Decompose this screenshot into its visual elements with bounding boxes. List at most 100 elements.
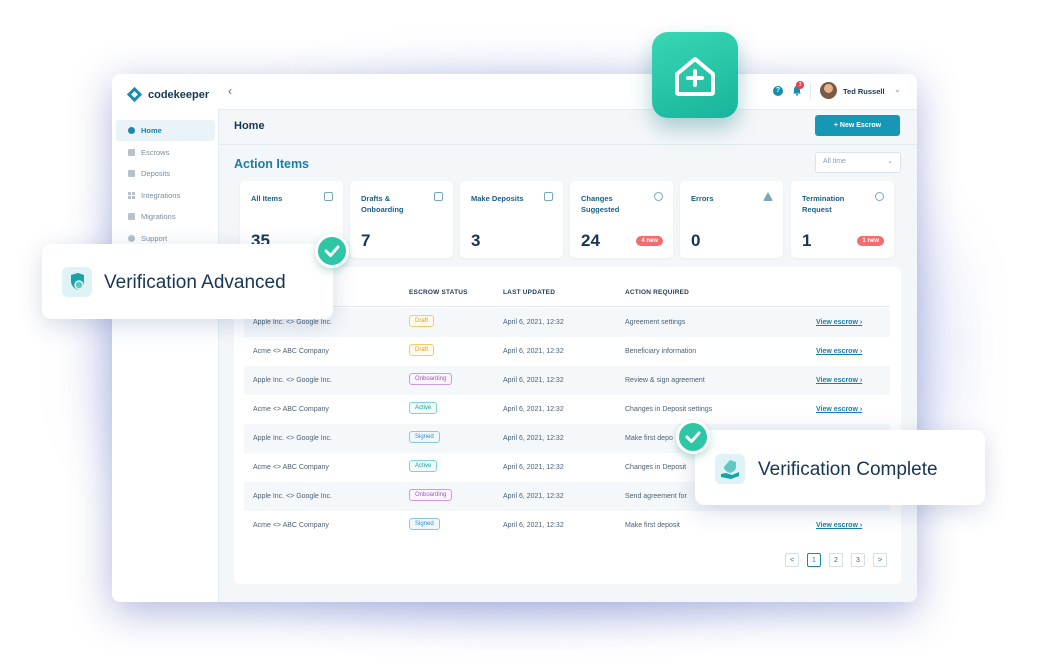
table-row[interactable]: Acme <> ABC Company Active April 6, 2021… bbox=[244, 395, 890, 424]
row-updated: April 6, 2021, 12:32 bbox=[503, 377, 564, 384]
row-parties: Acme <> ABC Company bbox=[253, 406, 329, 413]
page-title: Home bbox=[234, 120, 265, 132]
sidebar-item-label: Escrows bbox=[141, 147, 170, 157]
row-updated: April 6, 2021, 12:32 bbox=[503, 406, 564, 413]
link-label: View escrow bbox=[816, 522, 858, 529]
row-updated: April 6, 2021, 12:32 bbox=[503, 493, 564, 500]
sidebar-item-deposits[interactable]: Deposits bbox=[116, 163, 215, 184]
pagination-next-button[interactable]: > bbox=[873, 553, 887, 567]
view-escrow-link[interactable]: View escrow › bbox=[816, 319, 862, 326]
card-drafts-onboarding[interactable]: Drafts & Onboarding 7 bbox=[350, 181, 453, 258]
row-action: Review & sign agreement bbox=[625, 377, 705, 384]
check-icon bbox=[676, 420, 710, 454]
card-label: All Items bbox=[251, 194, 283, 203]
sidebar-item-label: Home bbox=[141, 126, 162, 135]
section-title: Action Items bbox=[234, 157, 310, 171]
sidebar-item-escrows[interactable]: Escrows bbox=[116, 142, 215, 163]
gear-icon bbox=[654, 192, 663, 201]
row-action: Make first deposit bbox=[625, 522, 680, 529]
sidebar-item-label: Deposits bbox=[141, 169, 171, 179]
link-label: View escrow bbox=[816, 319, 858, 326]
status-badge: Signed bbox=[409, 518, 440, 530]
row-action: Changes in Deposit settings bbox=[625, 406, 713, 413]
link-label: View escrow bbox=[816, 406, 858, 413]
card-label: Drafts & Onboarding bbox=[361, 194, 404, 214]
check-icon bbox=[315, 234, 349, 268]
pagination-prev-button[interactable]: < bbox=[785, 553, 799, 567]
pagination-page-3[interactable]: 3 bbox=[851, 553, 865, 567]
view-escrow-link[interactable]: View escrow › bbox=[816, 348, 862, 355]
row-parties: Acme <> ABC Company bbox=[253, 522, 329, 529]
hand-shield-icon bbox=[715, 454, 745, 484]
escrow-table: ESCROW STATUS LAST UPDATED ACTION REQUIR… bbox=[234, 267, 901, 584]
view-escrow-link[interactable]: View escrow › bbox=[816, 377, 862, 384]
verification-advanced-card: Verification Advanced bbox=[42, 244, 333, 319]
row-updated: April 6, 2021, 12:32 bbox=[503, 522, 564, 529]
user-name[interactable]: Ted Russell bbox=[843, 87, 885, 96]
verification-advanced-text: Verification Advanced bbox=[104, 272, 286, 293]
sidebar-item-label: Migrations bbox=[141, 212, 176, 222]
sidebar-item-home[interactable]: Home bbox=[116, 120, 215, 141]
new-badge: 4 new bbox=[636, 236, 663, 246]
link-label: View escrow bbox=[816, 377, 858, 384]
card-value: 3 bbox=[471, 231, 481, 250]
table-row[interactable]: Apple Inc. <> Google Inc. Onboarding Apr… bbox=[244, 366, 890, 395]
row-parties: Apple Inc. <> Google Inc. bbox=[253, 319, 332, 326]
shield-user-icon bbox=[62, 267, 92, 297]
card-value: 7 bbox=[361, 231, 371, 250]
sidebar-item-label: Support bbox=[141, 233, 168, 243]
row-updated: April 6, 2021, 12:32 bbox=[503, 348, 564, 355]
card-errors[interactable]: Errors 0 bbox=[680, 181, 783, 258]
home-tile bbox=[652, 32, 738, 118]
chevron-down-icon[interactable]: ⌄ bbox=[894, 85, 901, 94]
card-value: 1 bbox=[802, 231, 812, 250]
divider bbox=[810, 83, 811, 99]
row-parties: Apple Inc. <> Google Inc. bbox=[253, 493, 332, 500]
divider bbox=[218, 144, 917, 145]
help-icon[interactable]: ? bbox=[773, 86, 783, 96]
link-label: View escrow bbox=[816, 348, 858, 355]
edit-icon bbox=[434, 192, 443, 201]
status-badge: Signed bbox=[409, 431, 440, 443]
row-parties: Acme <> ABC Company bbox=[253, 464, 329, 471]
chevron-left-icon[interactable]: ‹ bbox=[228, 84, 232, 98]
close-circle-icon bbox=[875, 192, 884, 201]
pagination-page-2[interactable]: 2 bbox=[829, 553, 843, 567]
row-parties: Apple Inc. <> Google Inc. bbox=[253, 377, 332, 384]
notification-badge: 3 bbox=[796, 81, 804, 89]
card-termination-request[interactable]: Termination Request 1 1 new bbox=[791, 181, 894, 258]
sidebar: codekeeper Home Escrows Deposits Integra… bbox=[112, 74, 219, 602]
card-changes-suggested[interactable]: Changes Suggested 24 4 new bbox=[570, 181, 673, 258]
grid-icon bbox=[128, 191, 135, 199]
status-badge: Active bbox=[409, 460, 438, 472]
view-escrow-link[interactable]: View escrow › bbox=[816, 522, 862, 529]
folder-icon bbox=[544, 192, 553, 201]
new-escrow-button[interactable]: + New Escrow bbox=[815, 115, 900, 136]
sidebar-item-integrations[interactable]: Integrations bbox=[116, 185, 215, 206]
row-updated: April 6, 2021, 12:32 bbox=[503, 464, 564, 471]
brand-logo[interactable]: codekeeper bbox=[126, 86, 209, 103]
document-icon bbox=[128, 148, 135, 156]
column-header-action: ACTION REQUIRED bbox=[625, 289, 690, 296]
table-row[interactable]: Apple Inc. <> Google Inc. Draft April 6,… bbox=[244, 308, 890, 337]
row-action: Agreement settings bbox=[625, 319, 686, 326]
sidebar-item-migrations[interactable]: Migrations bbox=[116, 206, 215, 227]
card-make-deposits[interactable]: Make Deposits 3 bbox=[460, 181, 563, 258]
top-bar: ‹ ? 3 Ted Russell ⌄ bbox=[218, 74, 917, 110]
status-badge: Onboarding bbox=[409, 489, 453, 501]
column-header-updated: LAST UPDATED bbox=[503, 289, 556, 296]
avatar[interactable] bbox=[820, 82, 837, 99]
card-label: Termination Request bbox=[802, 194, 845, 214]
view-escrow-link[interactable]: View escrow › bbox=[816, 406, 862, 413]
home-icon bbox=[128, 127, 135, 134]
table-row[interactable]: Acme <> ABC Company Signed April 6, 2021… bbox=[244, 511, 890, 540]
chevron-down-icon: ⌄ bbox=[887, 158, 893, 165]
filter-value: All time bbox=[823, 158, 846, 165]
status-badge: Draft bbox=[409, 344, 435, 356]
table-row[interactable]: Acme <> ABC Company Draft April 6, 2021,… bbox=[244, 337, 890, 366]
time-filter-select[interactable]: All time ⌄ bbox=[815, 152, 901, 173]
pagination-page-1[interactable]: 1 bbox=[807, 553, 821, 567]
brand-name: codekeeper bbox=[148, 88, 210, 101]
medical-home-icon bbox=[675, 57, 715, 96]
status-badge: Active bbox=[409, 402, 438, 414]
